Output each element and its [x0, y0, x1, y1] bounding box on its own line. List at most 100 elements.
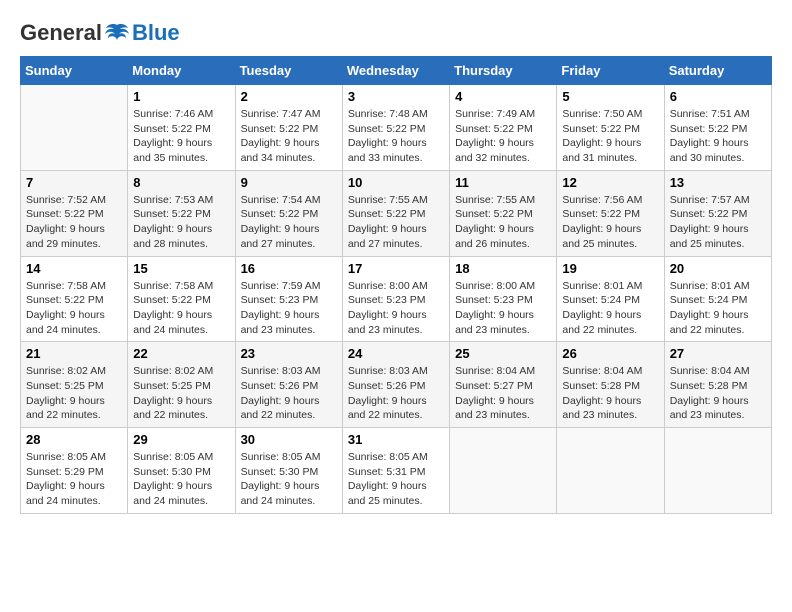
calendar-day-cell: 6Sunrise: 7:51 AMSunset: 5:22 PMDaylight… — [664, 85, 771, 171]
day-number: 1 — [133, 89, 229, 104]
daylight-text: Daylight: 9 hours and 28 minutes. — [133, 223, 212, 250]
sunrise-text: Sunrise: 8:01 AM — [562, 280, 642, 292]
daylight-text: Daylight: 9 hours and 27 minutes. — [241, 223, 320, 250]
day-info: Sunrise: 8:00 AMSunset: 5:23 PMDaylight:… — [455, 279, 551, 338]
sunset-text: Sunset: 5:29 PM — [26, 466, 104, 478]
col-monday: Monday — [128, 57, 235, 85]
sunset-text: Sunset: 5:22 PM — [133, 208, 211, 220]
sunrise-text: Sunrise: 8:02 AM — [133, 365, 213, 377]
day-info: Sunrise: 7:49 AMSunset: 5:22 PMDaylight:… — [455, 107, 551, 166]
calendar-day-cell: 16Sunrise: 7:59 AMSunset: 5:23 PMDayligh… — [235, 256, 342, 342]
day-info: Sunrise: 7:57 AMSunset: 5:22 PMDaylight:… — [670, 193, 766, 252]
daylight-text: Daylight: 9 hours and 22 minutes. — [670, 309, 749, 336]
day-number: 25 — [455, 346, 551, 361]
day-info: Sunrise: 8:05 AMSunset: 5:30 PMDaylight:… — [241, 450, 337, 509]
calendar-week-row: 21 Sunrise: 8:02 AMSunset: 5:25 PMDayligh… — [21, 342, 772, 428]
day-info: Sunrise: 8:02 AMSunset: 5:25 PMDaylight:… — [133, 364, 229, 423]
sunrise-text: Sunrise: 7:51 AM — [670, 108, 750, 120]
sunrise-text: Sunrise: 7:52 AM — [26, 194, 106, 206]
daylight-text: Daylight: 9 hours and 25 minutes. — [348, 480, 427, 507]
sunrise-text: Sunrise: 7:53 AM — [133, 194, 213, 206]
daylight-text: Daylight: 9 hours and 33 minutes. — [348, 137, 427, 164]
calendar-day-cell: 15Sunrise: 7:58 AMSunset: 5:22 PMDayligh… — [128, 256, 235, 342]
sunrise-text: Sunrise: 8:05 AM — [241, 451, 321, 463]
calendar-day-cell: 10Sunrise: 7:55 AMSunset: 5:22 PMDayligh… — [342, 170, 449, 256]
calendar-day-cell: 1Sunrise: 7:46 AMSunset: 5:22 PMDaylight… — [128, 85, 235, 171]
sunrise-text: Sunrise: 7:59 AM — [241, 280, 321, 292]
sunset-text: Sunset: 5:22 PM — [241, 208, 319, 220]
day-number: 8 — [133, 175, 229, 190]
sunrise-text: Sunrise: 7:50 AM — [562, 108, 642, 120]
day-number: 21 — [26, 346, 122, 361]
sunrise-text: Sunrise: 7:47 AM — [241, 108, 321, 120]
sunrise-text: Sunrise: 8:00 AM — [348, 280, 428, 292]
daylight-text: Daylight: 9 hours and 32 minutes. — [455, 137, 534, 164]
calendar-week-row: 28 Sunrise: 8:05 AM Sunset: 5:29 PM Dayligh… — [21, 428, 772, 514]
calendar-day-cell: 25Sunrise: 8:04 AMSunset: 5:27 PMDayligh… — [450, 342, 557, 428]
sunset-text: Sunset: 5:23 PM — [241, 294, 319, 306]
daylight-text: Daylight: 9 hours and 24 minutes. — [133, 480, 212, 507]
page-header: General Blue — [20, 20, 772, 46]
calendar-week-row: 7Sunrise: 7:52 AMSunset: 5:22 PMDaylight… — [21, 170, 772, 256]
day-number: 12 — [562, 175, 658, 190]
sunset-text: Sunset: 5:22 PM — [133, 294, 211, 306]
calendar-day-cell — [664, 428, 771, 514]
day-number: 22 — [133, 346, 229, 361]
day-number: 24 — [348, 346, 444, 361]
calendar-day-cell: 7Sunrise: 7:52 AMSunset: 5:22 PMDaylight… — [21, 170, 128, 256]
calendar-day-cell — [450, 428, 557, 514]
day-number: 17 — [348, 261, 444, 276]
daylight-text: Daylight: 9 hours and 23 minutes. — [455, 309, 534, 336]
day-number: 18 — [455, 261, 551, 276]
calendar-header-row: Sunday Monday Tuesday Wednesday Thursday… — [21, 57, 772, 85]
daylight-text: Daylight: 9 hours and 24 minutes. — [26, 480, 105, 507]
logo-bird-icon — [104, 23, 130, 45]
sunrise-text: Sunrise: 8:05 AM — [133, 451, 213, 463]
day-info: Sunrise: 8:05 AMSunset: 5:30 PMDaylight:… — [133, 450, 229, 509]
day-number: 15 — [133, 261, 229, 276]
sunrise-text: Sunrise: 7:55 AM — [348, 194, 428, 206]
day-info: Sunrise: 8:01 AMSunset: 5:24 PMDaylight:… — [562, 279, 658, 338]
sunset-text: Sunset: 5:28 PM — [670, 380, 748, 392]
calendar-week-row: 14Sunrise: 7:58 AMSunset: 5:22 PMDayligh… — [21, 256, 772, 342]
sunrise-text: Sunrise: 7:58 AM — [26, 280, 106, 292]
sunset-text: Sunset: 5:27 PM — [455, 380, 533, 392]
calendar-table: Sunday Monday Tuesday Wednesday Thursday… — [20, 56, 772, 514]
daylight-text: Daylight: 9 hours and 27 minutes. — [348, 223, 427, 250]
day-info: Sunrise: 7:55 AMSunset: 5:22 PMDaylight:… — [455, 193, 551, 252]
sunset-text: Sunset: 5:23 PM — [455, 294, 533, 306]
day-info: Sunrise: 8:04 AMSunset: 5:28 PMDaylight:… — [670, 364, 766, 423]
day-number: 11 — [455, 175, 551, 190]
calendar-day-cell: 31Sunrise: 8:05 AMSunset: 5:31 PMDayligh… — [342, 428, 449, 514]
daylight-text: Daylight: 9 hours and 29 minutes. — [26, 223, 105, 250]
day-number: 2 — [241, 89, 337, 104]
day-info: Sunrise: 7:48 AMSunset: 5:22 PMDaylight:… — [348, 107, 444, 166]
day-info: Sunrise: 7:59 AM Sunset: 5:23 PM Daylight:… — [241, 279, 337, 338]
sunrise-text: Sunrise: 8:05 AM — [26, 451, 106, 463]
day-info: Sunrise: 7:58 AM Sunset: 5:22 PM Daylight:… — [26, 279, 122, 338]
sunset-text: Sunset: 5:22 PM — [26, 294, 104, 306]
sunrise-text: Sunrise: 7:56 AM — [562, 194, 642, 206]
day-number: 28 — [26, 432, 122, 447]
day-number: 20 — [670, 261, 766, 276]
day-info: Sunrise: 8:04 AMSunset: 5:28 PMDaylight:… — [562, 364, 658, 423]
day-number: 6 — [670, 89, 766, 104]
calendar-day-cell: 24Sunrise: 8:03 AMSunset: 5:26 PMDayligh… — [342, 342, 449, 428]
sunrise-text: Sunrise: 8:04 AM — [562, 365, 642, 377]
col-saturday: Saturday — [664, 57, 771, 85]
day-number: 27 — [670, 346, 766, 361]
daylight-text: Daylight: 9 hours and 24 minutes. — [26, 309, 105, 336]
daylight-text: Daylight: 9 hours and 23 minutes. — [241, 309, 320, 336]
calendar-day-cell: 20Sunrise: 8:01 AMSunset: 5:24 PMDayligh… — [664, 256, 771, 342]
calendar-day-cell: 13Sunrise: 7:57 AMSunset: 5:22 PMDayligh… — [664, 170, 771, 256]
daylight-text: Daylight: 9 hours and 25 minutes. — [670, 223, 749, 250]
sunrise-text: Sunrise: 7:49 AM — [455, 108, 535, 120]
daylight-text: Daylight: 9 hours and 22 minutes. — [348, 395, 427, 422]
calendar-day-cell — [21, 85, 128, 171]
sunset-text: Sunset: 5:22 PM — [348, 208, 426, 220]
day-info: Sunrise: 7:47 AMSunset: 5:22 PMDaylight:… — [241, 107, 337, 166]
day-number: 26 — [562, 346, 658, 361]
calendar-day-cell: 8 Sunrise: 7:53 AM Sunset: 5:22 PM Daylight… — [128, 170, 235, 256]
calendar-day-cell: 29Sunrise: 8:05 AMSunset: 5:30 PMDayligh… — [128, 428, 235, 514]
calendar-day-cell: 27 Sunrise: 8:04 AMSunset: 5:28 PMDayligh… — [664, 342, 771, 428]
